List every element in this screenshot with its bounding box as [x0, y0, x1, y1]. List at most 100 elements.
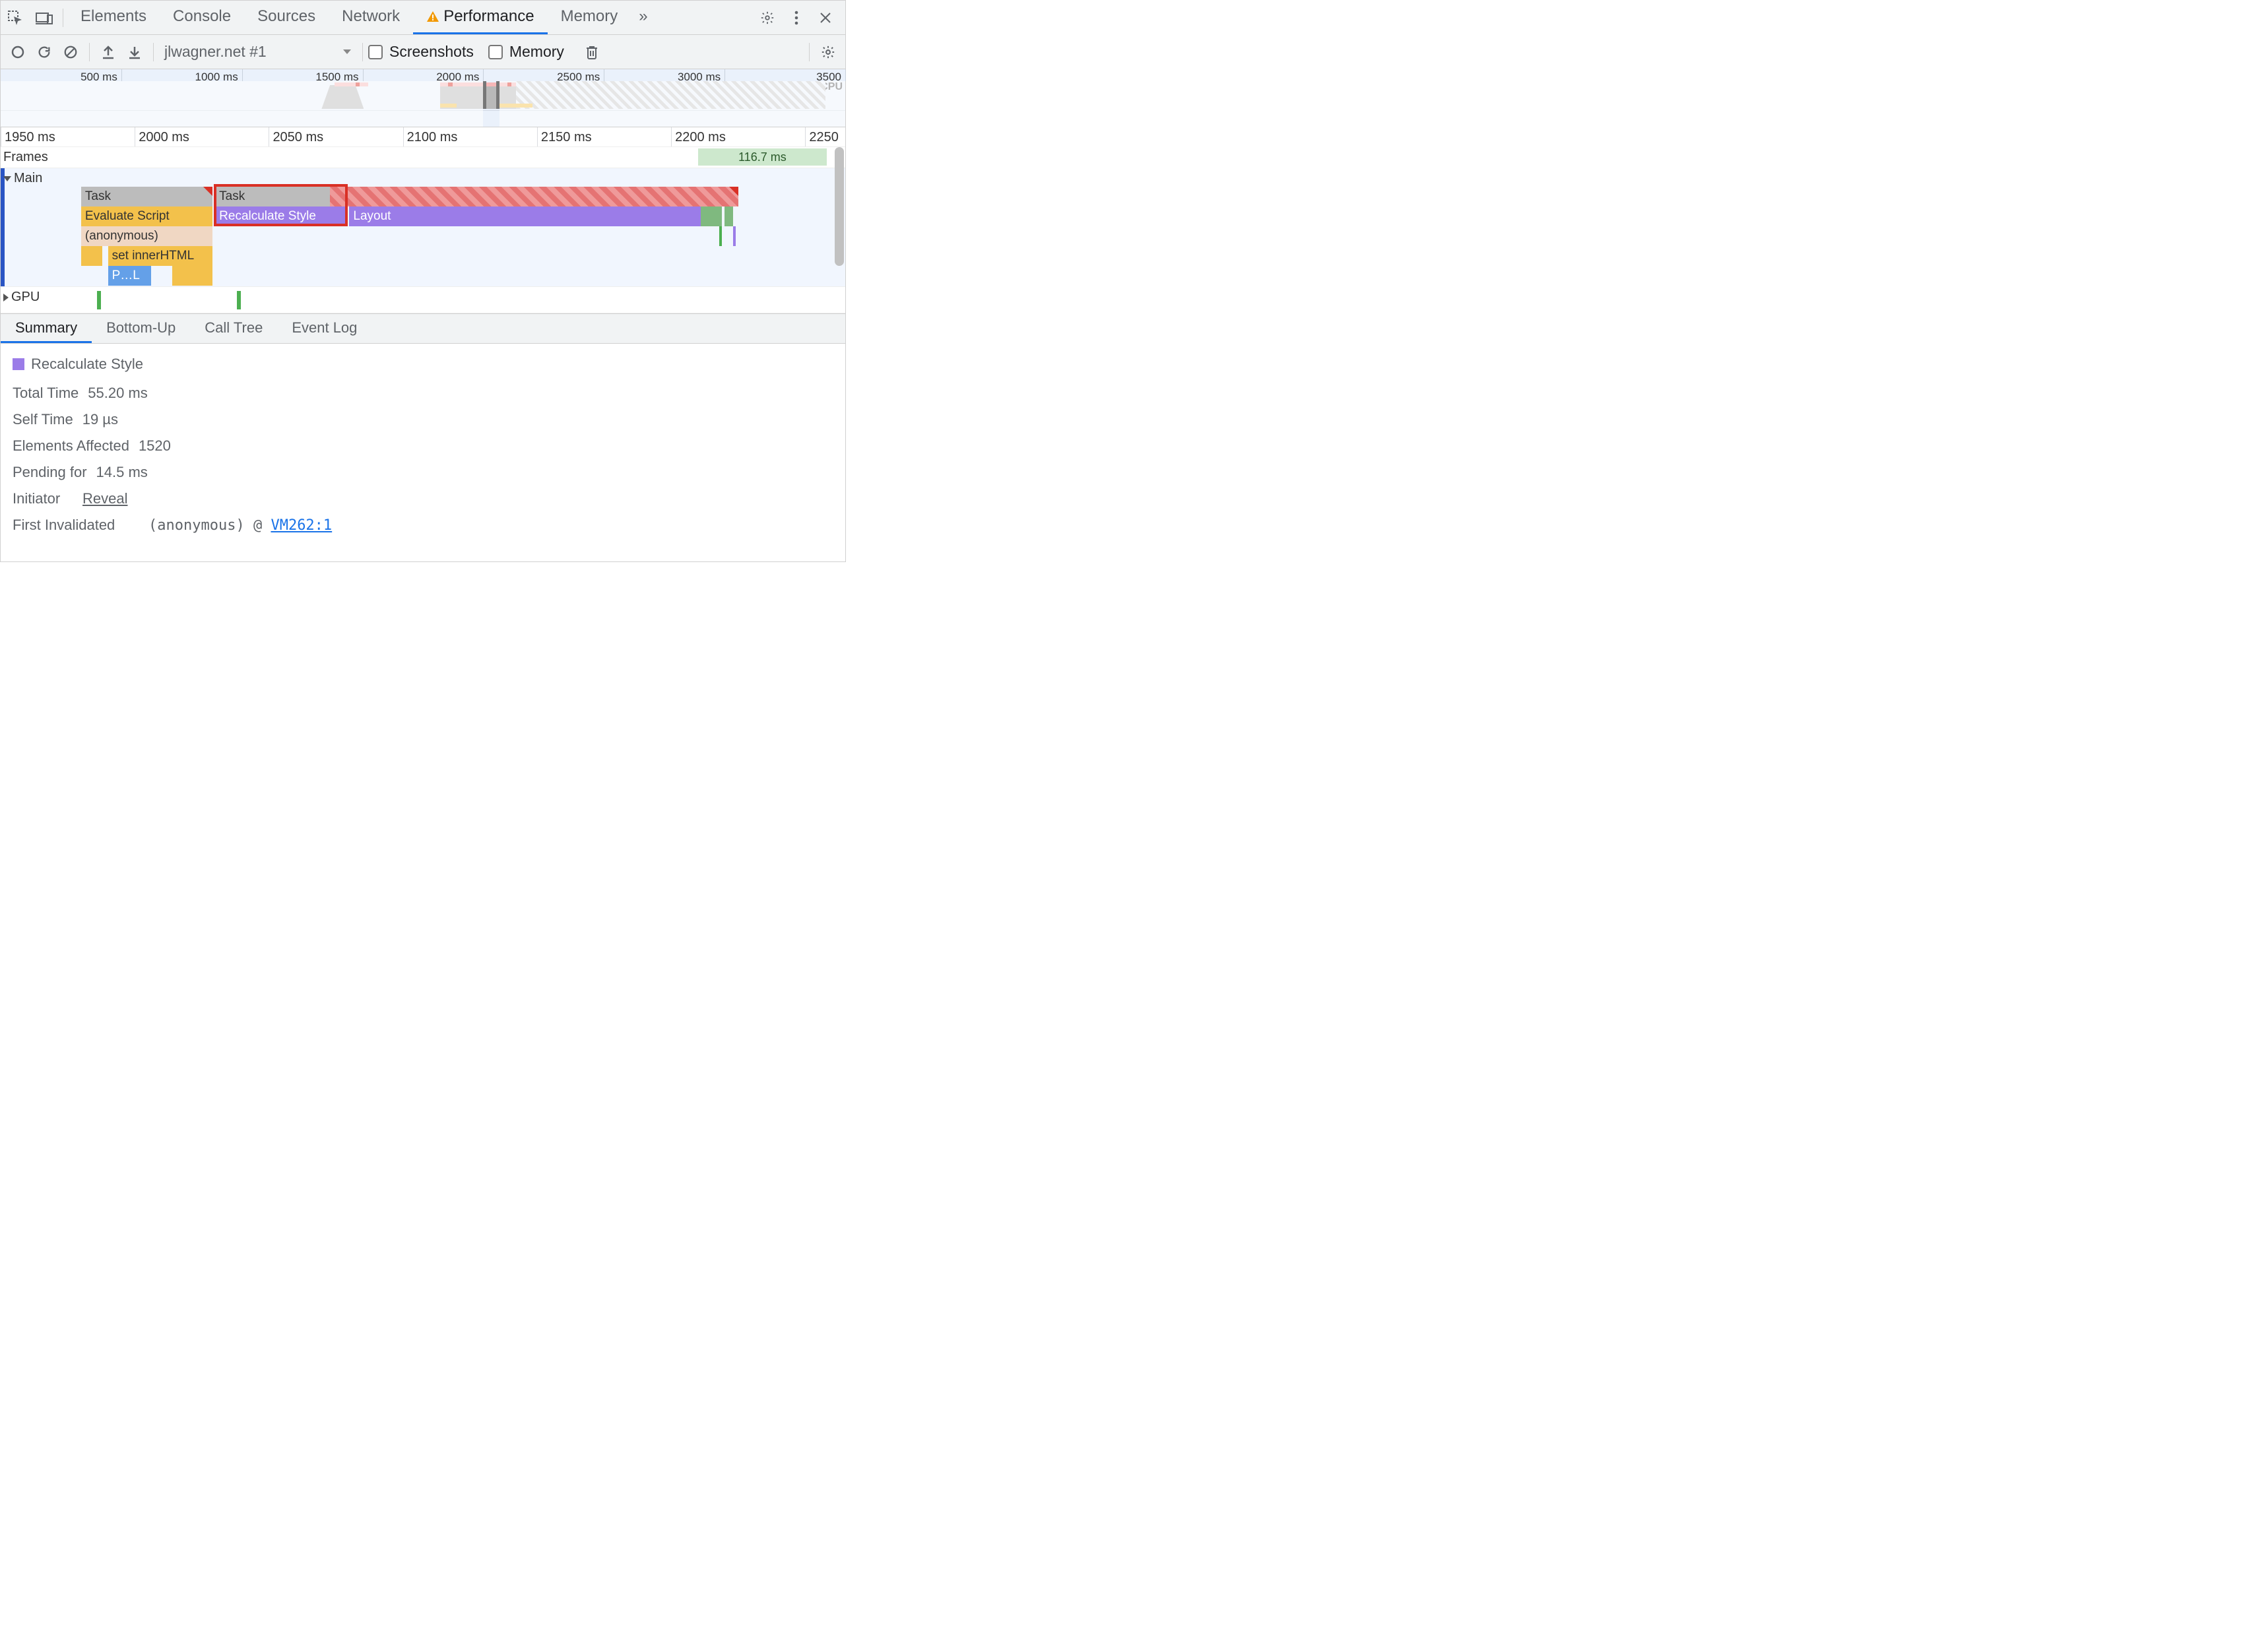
- details-tab-event-log[interactable]: Event Log: [277, 314, 371, 343]
- initiator-reveal-link[interactable]: Reveal: [82, 490, 127, 507]
- ruler-tick-label: 2100 ms: [407, 130, 458, 145]
- screenshots-checkbox[interactable]: Screenshots: [368, 43, 474, 61]
- tab-memory[interactable]: Memory: [548, 1, 631, 34]
- overview-ruler: 500 ms1000 ms1500 ms2000 ms2500 ms3000 m…: [1, 69, 845, 81]
- tabs-overflow-button[interactable]: »: [631, 7, 655, 28]
- upload-profile-icon[interactable]: [95, 39, 121, 65]
- kebab-menu-icon[interactable]: [782, 1, 811, 35]
- summary-initiator-row: Initiator Reveal: [13, 490, 833, 507]
- details-tab-call-tree[interactable]: Call Tree: [190, 314, 277, 343]
- details-tab-bottom-up[interactable]: Bottom-Up: [92, 314, 190, 343]
- tab-label: Network: [342, 7, 400, 26]
- capture-settings-gear-icon[interactable]: [815, 39, 841, 65]
- flame-p-l[interactable]: P…L: [108, 266, 151, 286]
- tab-label: Sources: [257, 7, 315, 26]
- summary-value: 14.5 ms: [96, 464, 148, 481]
- tab-elements[interactable]: Elements: [67, 1, 160, 34]
- panel-tabs: Elements Console Sources Network Performance…: [67, 1, 631, 34]
- download-profile-icon[interactable]: [121, 39, 148, 65]
- summary-key: Total Time: [13, 385, 79, 402]
- flame-evaluate-script[interactable]: Evaluate Script: [81, 206, 212, 226]
- summary-value: 19 µs: [82, 411, 118, 428]
- frame-chip[interactable]: 116.7 ms: [698, 148, 827, 166]
- summary-first-invalidated-row: First Invalidated (anonymous) @ VM262:1: [13, 517, 833, 534]
- overview-tick: [121, 69, 122, 81]
- flame-block[interactable]: [81, 246, 103, 266]
- screenshots-label: Screenshots: [389, 43, 474, 61]
- summary-value: 1520: [139, 437, 171, 455]
- summary-key: Elements Affected: [13, 437, 129, 455]
- tab-network[interactable]: Network: [329, 1, 413, 34]
- overview-tick: [724, 69, 725, 81]
- details-tab-summary[interactable]: Summary: [1, 314, 92, 343]
- close-devtools-icon[interactable]: [811, 1, 840, 35]
- summary-key: First Invalidated: [13, 517, 138, 534]
- frames-track[interactable]: Frames 116.7 ms: [1, 147, 845, 168]
- ruler-tick-label: 2200 ms: [675, 130, 726, 145]
- flamechart-area[interactable]: 1950 ms2000 ms2050 ms2100 ms2150 ms2200 …: [1, 127, 845, 313]
- main-track-header[interactable]: Main: [3, 171, 42, 186]
- flame-bars: TaskTaskEvaluate ScriptRecalculate Style…: [1, 187, 845, 286]
- flame-block[interactable]: [724, 206, 732, 226]
- vertical-scrollbar-thumb[interactable]: [835, 147, 844, 266]
- overview-selection-handles[interactable]: [483, 81, 499, 109]
- flame-block[interactable]: [701, 206, 723, 226]
- overview-tick: [483, 69, 484, 81]
- gpu-activity-mark[interactable]: [97, 291, 101, 309]
- overview-dimmed: [1, 81, 483, 127]
- trash-icon[interactable]: [579, 39, 605, 65]
- tab-console[interactable]: Console: [160, 1, 244, 34]
- main-track[interactable]: Main TaskTaskEvaluate ScriptRecalculate …: [1, 168, 845, 287]
- reload-record-icon[interactable]: [31, 39, 57, 65]
- overview-minimap[interactable]: 500 ms1000 ms1500 ms2000 ms2500 ms3000 m…: [1, 69, 845, 127]
- overview-dimmed: [499, 81, 845, 127]
- gpu-activity-mark[interactable]: [237, 291, 241, 309]
- memory-checkbox[interactable]: Memory: [488, 43, 564, 61]
- flame-sliver[interactable]: [719, 226, 722, 246]
- tab-performance[interactable]: Performance: [413, 1, 547, 34]
- flame-task[interactable]: Task: [81, 187, 212, 206]
- flame-sliver[interactable]: [733, 226, 736, 246]
- flame-set-innerhtml[interactable]: set innerHTML: [108, 246, 213, 266]
- ruler-tick: [805, 127, 806, 146]
- tab-label: Elements: [80, 7, 146, 26]
- summary-row: Pending for 14.5 ms: [13, 464, 833, 481]
- ruler-tick: [537, 127, 538, 146]
- summary-row: Elements Affected 1520: [13, 437, 833, 455]
- profile-select[interactable]: jlwagner.net #1: [159, 43, 357, 61]
- ruler-tick-label: 2050 ms: [273, 130, 323, 145]
- tab-label: Console: [173, 7, 231, 26]
- separator: [809, 43, 810, 61]
- gpu-track[interactable]: GPU: [1, 287, 845, 313]
- first-invalidated-value: (anonymous) @ VM262:1: [148, 517, 332, 534]
- summary-row: Total Time55.20 ms: [13, 385, 833, 402]
- source-link[interactable]: VM262:1: [271, 517, 332, 534]
- summary-key: Self Time: [13, 411, 73, 428]
- device-toolbar-icon[interactable]: [30, 1, 59, 35]
- flame-task[interactable]: Task: [215, 187, 738, 206]
- ruler-tick: [671, 127, 672, 146]
- checkbox-box: [488, 45, 503, 59]
- separator: [89, 43, 90, 61]
- long-task-corner-icon: [203, 187, 212, 196]
- tab-sources[interactable]: Sources: [244, 1, 329, 34]
- summary-key: Pending for: [13, 464, 87, 481]
- flame-layout[interactable]: Layout: [349, 206, 700, 226]
- performance-toolbar: jlwagner.net #1 Screenshots Memory: [1, 35, 845, 69]
- detail-ruler: 1950 ms2000 ms2050 ms2100 ms2150 ms2200 …: [1, 127, 845, 147]
- flame-block[interactable]: [172, 266, 212, 286]
- inspect-element-icon[interactable]: [1, 1, 30, 35]
- ruler-tick-label: 2150 ms: [541, 130, 592, 145]
- gpu-track-header[interactable]: GPU: [3, 290, 40, 305]
- long-task-corner-icon: [729, 187, 738, 196]
- flame-recalculate-style[interactable]: Recalculate Style: [215, 206, 346, 226]
- chevron-down-icon: [342, 49, 352, 55]
- flame-anonymous[interactable]: (anonymous): [81, 226, 212, 246]
- overview-tick: [845, 69, 846, 81]
- summary-title-row: Recalculate Style: [13, 356, 833, 373]
- clear-icon[interactable]: [57, 39, 84, 65]
- summary-title: Recalculate Style: [31, 356, 143, 373]
- profile-select-label: jlwagner.net #1: [164, 43, 267, 61]
- settings-gear-icon[interactable]: [753, 1, 782, 35]
- record-button-icon[interactable]: [5, 39, 31, 65]
